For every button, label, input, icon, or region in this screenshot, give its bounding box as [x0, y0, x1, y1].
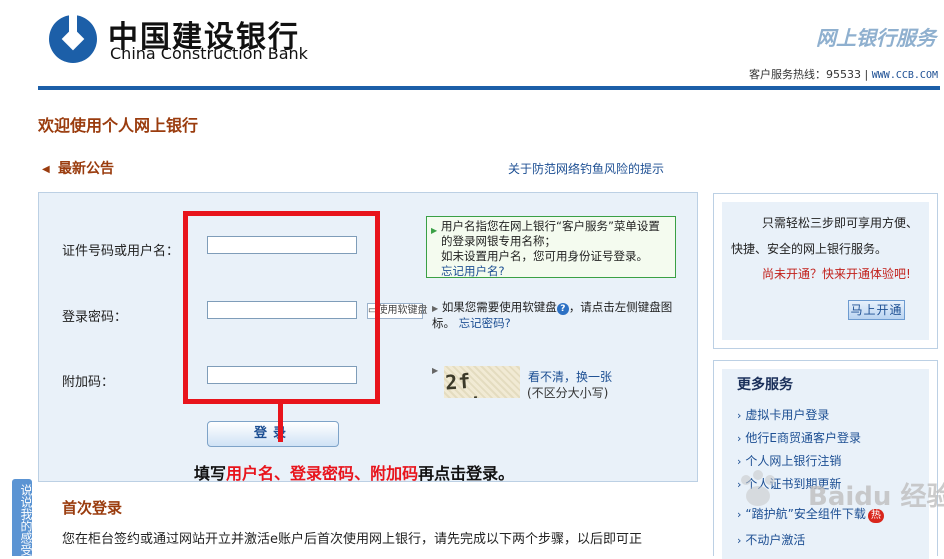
service-item[interactable]: › 他行E商贸通客户登录: [737, 429, 861, 446]
hotline: 客户服务热线：95533 | WWW.CCB.COM: [749, 66, 938, 82]
help-icon[interactable]: ?: [556, 303, 569, 315]
annotation-pointer: [278, 404, 283, 442]
forgot-password-link[interactable]: 忘记密码?: [459, 316, 511, 330]
more-services-title: 更多服务: [737, 377, 793, 393]
chevron-right-icon: ›: [737, 432, 742, 445]
promo-line1: 只需轻松三步即可享用方便、: [762, 216, 919, 230]
service-title: 网上银行服务: [816, 26, 936, 50]
service-item-label: 他行E商贸通客户登录: [745, 431, 861, 445]
promo-line2: 快捷、安全的网上银行服务。: [731, 242, 888, 256]
annot-password: 登录密码: [290, 464, 355, 483]
annot-sep2: 、: [354, 464, 371, 483]
tip-arrow-icon: ▶: [432, 304, 439, 313]
case-insensitive-note: (不区分大小写): [527, 386, 609, 400]
forgot-username-link[interactable]: 忘记用户名?: [441, 264, 505, 278]
first-login-title: 首次登录: [62, 499, 123, 517]
watermark-text: Baidu 经验: [808, 482, 944, 512]
service-item-label: 不动户激活: [745, 533, 806, 547]
site-link[interactable]: WWW.CCB.COM: [872, 70, 938, 81]
hint-line1: 用户名指您在网上银行“客户服务”菜单设置的登录网银专用名称；: [441, 219, 660, 248]
annot-prefix: 填写: [194, 464, 227, 483]
bank-name-en: China Construction Bank: [110, 44, 308, 63]
annot-suffix: 再点击登录。: [418, 464, 515, 483]
hint-arrow-icon: ▶: [431, 226, 438, 235]
notice-title: 最新公告: [58, 161, 114, 177]
hotline-number: 95533: [826, 68, 862, 81]
annot-username: 用户名: [226, 464, 275, 483]
refresh-captcha-link[interactable]: 看不清，换一张: [528, 368, 612, 385]
chevron-right-icon: ›: [737, 409, 742, 422]
service-item[interactable]: › 虚拟卡用户登录: [737, 406, 829, 423]
separator: |: [864, 68, 869, 81]
captcha-text: 2f yxh: [444, 368, 486, 398]
chevron-right-icon: ›: [737, 534, 742, 547]
notice-link[interactable]: 关于防范网络钓鱼风险的提示: [508, 160, 664, 177]
annot-captcha: 附加码: [370, 464, 419, 483]
page-title: 欢迎使用个人网上银行: [38, 116, 199, 135]
captcha-image: 2f yxh: [444, 366, 520, 398]
annotation-caption: 填写用户名、登录密码、附加码再点击登录。: [194, 460, 514, 484]
notice-arrow-icon: ◀: [42, 164, 50, 175]
feedback-tab[interactable]: 说说我的感受: [12, 479, 33, 556]
password-tip-text: 如果您需要使用软键盘: [441, 300, 557, 314]
captcha-label: 附加码：: [62, 375, 115, 390]
username-hint-box: ▶ 用户名指您在网上银行“客户服务”菜单设置的登录网银专用名称； 如未设置用户名…: [426, 216, 676, 278]
hint-line2: 如未设置用户名，您可用身份证号登录。: [441, 249, 648, 263]
open-now-button[interactable]: 马上开通: [848, 300, 905, 320]
header-rule: [38, 86, 940, 90]
ccb-logo-icon: [49, 14, 97, 63]
annot-sep1: 、: [274, 464, 291, 483]
service-item-label: 虚拟卡用户登录: [745, 408, 830, 422]
password-tip: ▶ 如果您需要使用软键盘? ，请点击左侧键盘图标。 忘记密码?: [432, 300, 682, 331]
service-item[interactable]: › 不动户激活: [737, 531, 805, 548]
first-login-text: 您在柜台签约或通过网站开立并激活e账户后首次使用网上银行，请先完成以下两个步骤，…: [62, 532, 642, 547]
promo-line3[interactable]: 尚未开通？快来开通体验吧!: [762, 265, 911, 282]
login-button[interactable]: 登录: [207, 421, 339, 447]
soft-keyboard-label: 使用软键盘: [377, 305, 428, 316]
password-label: 登录密码：: [62, 310, 128, 325]
captcha-arrow-icon: ▶: [432, 366, 439, 375]
username-label: 证件号码或用户名：: [62, 244, 180, 259]
hotline-label: 客户服务热线：: [749, 68, 827, 81]
annotation-highlight-box: [183, 211, 380, 404]
